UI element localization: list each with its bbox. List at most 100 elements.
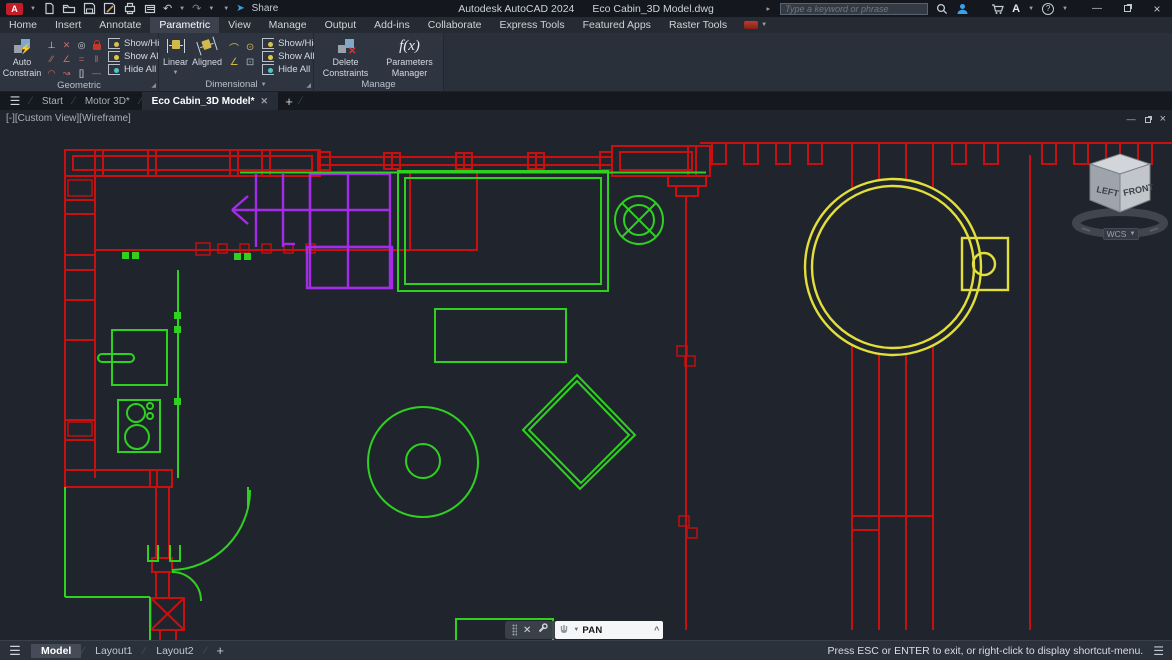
dwg-minimize-icon[interactable]: — <box>1127 114 1136 124</box>
tab-raster-tools[interactable]: Raster Tools <box>660 17 736 33</box>
geometric-launcher-icon[interactable]: ◢ <box>151 82 156 89</box>
command-grip-handle[interactable] <box>512 624 517 636</box>
layout2-tab[interactable]: Layout2 <box>146 644 203 658</box>
undo-icon[interactable]: ↶ <box>163 2 172 15</box>
minimize-button[interactable]: — <box>1086 3 1108 14</box>
tab-manage[interactable]: Manage <box>260 17 316 33</box>
tab-insert[interactable]: Insert <box>46 17 90 33</box>
equal-constraint-icon[interactable]: = <box>74 52 89 66</box>
dimensional-caret-icon[interactable]: ▼ <box>261 82 267 88</box>
tab-featured-apps[interactable]: Featured Apps <box>574 17 660 33</box>
dwg-close-icon[interactable]: × <box>1160 113 1166 125</box>
redo-icon[interactable]: ↷ <box>192 2 201 15</box>
command-line[interactable]: ✕ ▼ PAN ^ <box>505 621 663 639</box>
redo-caret-icon[interactable]: ▼ <box>208 6 214 12</box>
linear-caret-icon[interactable]: ▼ <box>173 68 179 78</box>
tab-addins[interactable]: Add-ins <box>365 17 419 33</box>
search-collapse-icon[interactable]: ▼ <box>766 6 772 12</box>
file-tab-eco-cabin[interactable]: Eco Cabin_3D Model* ✕ <box>142 92 278 110</box>
save-icon[interactable] <box>83 2 96 15</box>
angular-constraint-icon[interactable]: ∠ <box>226 55 242 70</box>
layout1-tab[interactable]: Layout1 <box>85 644 142 658</box>
command-close-icon[interactable]: ✕ <box>523 625 531 636</box>
tab-collaborate[interactable]: Collaborate <box>419 17 491 33</box>
horizontal-constraint-icon[interactable]: — <box>89 66 104 80</box>
tab-home[interactable]: Home <box>0 17 46 33</box>
app-menu-caret-icon[interactable]: ▼ <box>30 6 36 12</box>
app-logo[interactable]: A <box>6 3 23 15</box>
perpendicular-constraint-icon[interactable]: ⊥ <box>44 38 59 52</box>
undo-caret-icon[interactable]: ▼ <box>179 6 185 12</box>
help-icon[interactable]: ? <box>1042 3 1054 15</box>
share-label[interactable]: Share <box>252 3 279 14</box>
wcs-selector[interactable]: WCS ▼ <box>1103 228 1139 240</box>
file-tab-close-icon[interactable]: ✕ <box>260 96 268 107</box>
tab-express-tools[interactable]: Express Tools <box>490 17 573 33</box>
dimensional-constraint-grid: ⌒ ⊙ ∠ ⊡ <box>226 35 258 78</box>
intersection-constraint-icon[interactable]: ✕ <box>59 38 74 52</box>
geometric-panel-label[interactable]: Geometric ◢ <box>0 80 158 91</box>
customization-menu-icon[interactable]: ☰ <box>1153 644 1164 658</box>
delete-constraints-button[interactable]: ✕ Delete Constraints <box>320 35 372 78</box>
command-input[interactable]: ▼ PAN ^ <box>555 621 663 639</box>
new-drawing-tab-button[interactable]: + <box>278 92 300 110</box>
ribbon-display-toggle[interactable]: ▼ <box>744 17 767 33</box>
search-input[interactable] <box>780 3 928 15</box>
aligned-dimension-button[interactable]: Aligned <box>192 35 222 78</box>
vertical-constraint-icon[interactable]: ‖ <box>89 52 104 66</box>
stairs <box>232 174 392 288</box>
open-folder-icon[interactable] <box>62 2 76 15</box>
sign-in-user-icon[interactable] <box>956 3 969 15</box>
command-wrench-icon[interactable] <box>537 621 548 639</box>
file-tab-motor3d[interactable]: Motor 3D* <box>75 92 140 110</box>
concentric-constraint-icon[interactable]: ◎ <box>74 38 89 52</box>
drawing-canvas[interactable]: [-][Custom View][Wireframe] — × <box>0 110 1172 640</box>
viewport-controls-label[interactable]: [-][Custom View][Wireframe] <box>6 113 131 124</box>
app-store-cart-icon[interactable] <box>991 3 1004 15</box>
arc-tangent-constraint-icon[interactable]: ◠ <box>44 66 59 80</box>
dimensional-launcher-icon[interactable]: ◢ <box>306 82 311 89</box>
diameter-constraint-icon[interactable]: ⊙ <box>242 40 258 55</box>
linear-dimension-button[interactable]: Linear ▼ <box>163 35 188 78</box>
dimensional-panel-label[interactable]: Dimensional ▼ ◢ <box>159 78 313 91</box>
save-as-icon[interactable] <box>103 2 116 15</box>
floor-plan-drawing <box>0 110 1172 640</box>
tab-view[interactable]: View <box>219 17 260 33</box>
parameters-manager-button[interactable]: f(x) Parameters Manager <box>382 35 438 78</box>
account-caret-icon[interactable]: ▼ <box>1028 6 1034 12</box>
symmetric-constraint-icon[interactable]: [] <box>74 66 89 80</box>
geometric-constraint-grid: ⊥ ✕ ◎ ∕∕ ∠ = ‖ ◠ ↝ [] — <box>44 35 104 80</box>
parallel-constraint-icon[interactable]: ∕∕ <box>44 52 59 66</box>
auto-constrain-button[interactable]: ⚡ Auto Constrain <box>4 35 40 80</box>
layout-menu-icon[interactable]: ☰ <box>0 643 30 659</box>
qat-customize-caret-icon[interactable]: ▼ <box>223 6 229 12</box>
convert-constraint-icon[interactable]: ⊡ <box>242 55 258 70</box>
close-button[interactable]: × <box>1146 2 1168 16</box>
help-caret-icon[interactable]: ▼ <box>1062 6 1068 12</box>
auto-constrain-icon: ⚡ <box>14 36 30 56</box>
smooth-constraint-icon[interactable]: ↝ <box>59 66 74 80</box>
recent-commands-icon[interactable]: ^ <box>654 625 659 635</box>
model-tab[interactable]: Model <box>31 644 81 658</box>
tab-parametric[interactable]: Parametric <box>150 17 219 33</box>
new-file-icon[interactable] <box>43 2 55 15</box>
file-tabs-menu-icon[interactable]: ☰ <box>0 92 30 110</box>
tangent-constraint-icon[interactable]: ∠ <box>59 52 74 66</box>
radius-constraint-icon[interactable]: ⌒ <box>226 40 242 55</box>
share-plane-icon[interactable]: ➤ <box>236 3 244 14</box>
status-hint-text: Press ESC or ENTER to exit, or right-cli… <box>828 645 1144 657</box>
file-tab-start[interactable]: Start <box>32 92 73 110</box>
show-all-icon <box>108 51 120 62</box>
command-dropdown-icon[interactable]: ▼ <box>573 627 579 633</box>
dwg-restore-icon[interactable] <box>1145 117 1151 123</box>
fix-constraint-icon[interactable] <box>89 38 104 52</box>
tab-annotate[interactable]: Annotate <box>90 17 150 33</box>
tab-output[interactable]: Output <box>316 17 366 33</box>
print-icon[interactable] <box>143 2 156 15</box>
new-layout-button[interactable]: + <box>206 643 234 658</box>
manage-panel-label[interactable]: Manage <box>314 78 443 91</box>
plot-icon[interactable] <box>123 2 136 15</box>
restore-button[interactable] <box>1116 3 1138 15</box>
autodesk-account-icon[interactable]: A <box>1012 3 1020 15</box>
search-icon[interactable] <box>936 3 948 15</box>
